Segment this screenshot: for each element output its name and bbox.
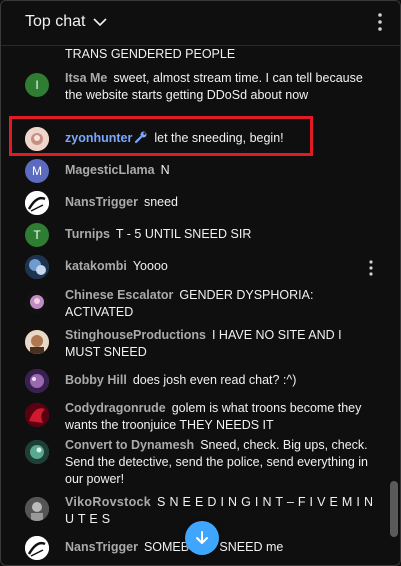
avatar-letter: I: [35, 77, 39, 92]
chat-message[interactable]: katakombi Yoooo: [25, 255, 377, 279]
avatar[interactable]: [25, 440, 49, 464]
author-name[interactable]: Codydragonrude: [65, 401, 166, 415]
avatar-image-icon: [25, 290, 49, 314]
chat-message[interactable]: StinghouseProductions I HAVE NO SITE AND …: [25, 327, 377, 361]
author-name[interactable]: Turnips: [65, 227, 110, 241]
avatar-image-icon: [25, 369, 49, 393]
chat-message[interactable]: Convert to Dynamesh Sneed, check. Big ups…: [25, 437, 377, 488]
chat-message[interactable]: Bobby Hill does josh even read chat? :^): [25, 369, 377, 393]
avatar[interactable]: [25, 369, 49, 393]
avatar-letter: T: [33, 227, 41, 242]
chat-scrollbar[interactable]: [390, 481, 398, 537]
message-text: TRANS GENDERED PEOPLE: [65, 47, 236, 61]
author-name[interactable]: Bobby Hill: [65, 373, 127, 387]
message-text: sweet, almost stream time. I can tell be…: [65, 71, 363, 102]
chat-message[interactable]: NansTrigger sneed: [25, 191, 377, 215]
avatar[interactable]: [25, 497, 49, 521]
partial-message: TRANS GENDERED PEOPLE: [25, 46, 377, 63]
arrow-down-icon: [196, 531, 208, 544]
author-name[interactable]: Chinese Escalator: [65, 288, 173, 302]
message-text: T - 5 UNTIL SNEED SIR: [115, 227, 252, 241]
message-text: sneed: [143, 195, 178, 209]
chat-message[interactable]: I Itsa Me sweet, almost stream time. I ca…: [25, 70, 377, 104]
author-name[interactable]: zyonhunter: [65, 131, 132, 145]
author-name[interactable]: NansTrigger: [65, 540, 138, 554]
chat-message[interactable]: T Turnips T - 5 UNTIL SNEED SIR: [25, 223, 377, 247]
avatar[interactable]: [25, 536, 49, 560]
message-text: Yoooo: [132, 259, 168, 273]
avatar[interactable]: M: [25, 159, 49, 183]
message-text: let the sneeding, begin!: [154, 131, 284, 145]
author-name[interactable]: katakombi: [65, 259, 127, 273]
avatar[interactable]: [25, 403, 49, 427]
avatar-image-icon: [25, 255, 49, 279]
avatar[interactable]: T: [25, 223, 49, 247]
avatar[interactable]: [25, 127, 49, 151]
chat-mode-label: Top chat: [25, 13, 86, 30]
author-name[interactable]: StinghouseProductions: [65, 328, 206, 342]
wrench-icon: [135, 131, 147, 144]
more-vert-icon[interactable]: [378, 13, 382, 31]
scroll-to-bottom-button[interactable]: [185, 521, 219, 555]
live-chat-panel: Top chat TRANS GENDERED PEOPLE I Itsa Me…: [0, 0, 401, 566]
avatar-image-icon: [25, 440, 49, 464]
avatar-image-icon: [25, 403, 49, 427]
author-name[interactable]: NansTrigger: [65, 195, 138, 209]
avatar-image-icon: [25, 497, 49, 521]
author-name[interactable]: MagesticLlama: [65, 163, 155, 177]
message-text: does josh even read chat? :^): [132, 373, 297, 387]
message-text: N: [160, 163, 170, 177]
chat-message[interactable]: Chinese Escalator GENDER DYSPHORIA: ACTIV…: [25, 287, 377, 321]
avatar-image-icon: [25, 127, 49, 151]
chat-message-list[interactable]: TRANS GENDERED PEOPLE I Itsa Me sweet, al…: [1, 46, 387, 565]
chat-header: Top chat: [1, 1, 400, 46]
avatar[interactable]: [25, 255, 49, 279]
avatar-letter: M: [32, 163, 42, 178]
avatar[interactable]: [25, 191, 49, 215]
author-name[interactable]: VikoRovstock: [65, 495, 151, 509]
author-name[interactable]: Convert to Dynamesh: [65, 438, 194, 452]
avatar[interactable]: I: [25, 73, 49, 97]
chevron-down-icon: [93, 17, 108, 26]
top-chat-dropdown[interactable]: Top chat: [25, 13, 108, 31]
avatar-image-icon: [25, 330, 49, 354]
author-name[interactable]: Itsa Me: [65, 71, 107, 85]
chat-message[interactable]: M MagesticLlama N: [25, 159, 377, 183]
avatar-image-icon: [25, 536, 49, 560]
more-vert-icon[interactable]: [369, 260, 373, 276]
avatar[interactable]: [25, 290, 49, 314]
chat-message[interactable]: zyonhunter let the sneeding, begin!: [25, 127, 377, 151]
avatar-image-icon: [25, 191, 49, 215]
avatar[interactable]: [25, 330, 49, 354]
chat-message[interactable]: Codydragonrude golem is what troons becom…: [25, 400, 377, 434]
